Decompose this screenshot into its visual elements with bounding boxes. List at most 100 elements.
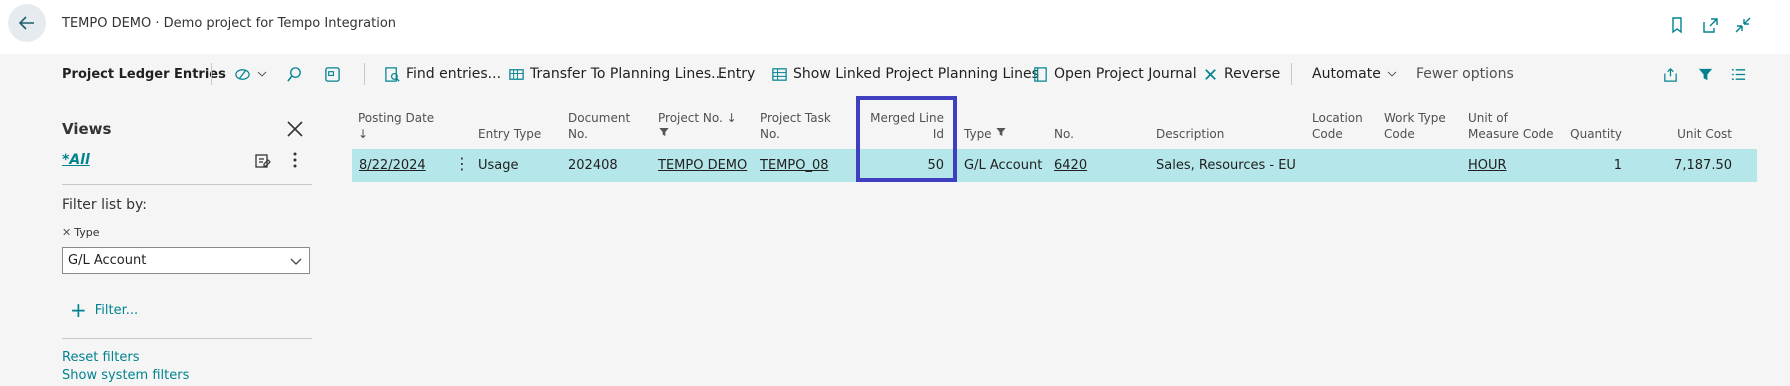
cell-no[interactable]: 6420: [1054, 158, 1087, 173]
remove-filter-icon[interactable]: ✕: [62, 226, 71, 239]
separator: [364, 63, 365, 85]
filter-list-by-label: Filter list by:: [62, 197, 148, 213]
uom-header-line1: Unit of: [1468, 111, 1508, 125]
plus-icon: +: [70, 298, 87, 322]
filter-icon: [659, 128, 669, 136]
close-icon[interactable]: [283, 117, 307, 141]
show-system-filters-link[interactable]: Show system filters: [62, 368, 189, 383]
cell-entry-type: Usage: [478, 158, 519, 173]
reverse-label: Reverse: [1224, 66, 1281, 82]
column-header-posting-date[interactable]: Posting Date ↓: [358, 110, 434, 142]
open-project-journal-button[interactable]: Open Project Journal: [1032, 54, 1197, 94]
save-view-icon[interactable]: [254, 152, 272, 170]
column-header-no[interactable]: No.: [1054, 126, 1074, 142]
column-header-entry-type[interactable]: Entry Type: [478, 126, 541, 142]
bookmark-icon[interactable]: [1666, 14, 1688, 36]
merged-line-header-line1: Merged Line: [870, 111, 944, 125]
merged-line-header-line2: Id: [932, 127, 944, 141]
cell-unit-of-measure[interactable]: HOUR: [1468, 158, 1507, 173]
show-linked-planning-lines-button[interactable]: Show Linked Project Planning Lines: [771, 54, 1039, 94]
add-filter-button[interactable]: + Filter...: [70, 298, 138, 322]
cell-posting-date[interactable]: 8/22/2024: [359, 158, 426, 173]
document-no-header-line2: No.: [568, 127, 588, 141]
view-all-link[interactable]: *All: [62, 152, 90, 168]
column-header-type[interactable]: Type: [964, 126, 1007, 142]
filter-field-label: Type: [74, 226, 100, 239]
project-no-header-label: Project No.: [658, 111, 723, 125]
project-task-header-line2: No.: [760, 127, 780, 141]
cell-project-no[interactable]: TEMPO DEMO: [658, 158, 747, 173]
automate-label: Automate: [1312, 66, 1381, 82]
arrow-left-icon: [18, 16, 34, 30]
separator: [1291, 63, 1292, 85]
linked-lines-icon: [772, 67, 787, 81]
search-button[interactable]: [286, 54, 308, 94]
column-header-unit-of-measure[interactable]: Unit of Measure Code: [1468, 110, 1554, 142]
cell-type: G/L Account: [964, 158, 1043, 173]
automate-menu[interactable]: Automate: [1312, 54, 1403, 94]
separator: [211, 63, 212, 85]
column-header-quantity[interactable]: Quantity: [1560, 126, 1622, 142]
type-header-label: Type: [964, 127, 992, 141]
row-actions-icon[interactable]: ⋮: [454, 156, 470, 172]
transfer-to-planning-lines-button[interactable]: Transfer To Planning Lines...: [508, 54, 725, 94]
back-button[interactable]: [8, 4, 46, 42]
list-icon: [1731, 68, 1746, 80]
work-type-header-line2: Code: [1384, 127, 1415, 141]
column-header-project-task-no[interactable]: Project Task No.: [760, 110, 831, 142]
column-header-location-code[interactable]: Location Code: [1312, 110, 1363, 142]
entry-label: Entry: [718, 66, 756, 82]
cell-description: Sales, Resources - EU: [1156, 158, 1296, 173]
page-header: TEMPO DEMO · Demo project for Tempo Inte…: [0, 0, 1790, 54]
column-header-document-no[interactable]: Document No.: [568, 110, 630, 142]
chevron-down-icon: [1387, 71, 1397, 77]
entry-menu[interactable]: Entry: [718, 54, 755, 94]
reverse-button[interactable]: Reverse: [1202, 54, 1280, 94]
column-header-work-type-code[interactable]: Work Type Code: [1384, 110, 1446, 142]
collapse-icon[interactable]: [1732, 14, 1754, 36]
list-view-button[interactable]: [1730, 54, 1752, 94]
column-header-merged-line-id[interactable]: Merged Line Id: [862, 110, 944, 142]
sort-arrow-down-icon: ↓: [358, 127, 369, 141]
table-icon: [325, 66, 340, 82]
page-title: TEMPO DEMO · Demo project for Tempo Inte…: [62, 16, 397, 31]
reset-filters-link[interactable]: Reset filters: [62, 350, 139, 365]
divider: [62, 184, 312, 185]
chevron-down-icon: [290, 258, 302, 265]
filter-field-row: ✕ Type: [62, 226, 99, 239]
location-header-line2: Code: [1312, 127, 1343, 141]
cell-unit-cost: 7,187.50: [1674, 158, 1732, 173]
column-header-unit-cost[interactable]: Unit Cost: [1640, 126, 1732, 142]
more-options-icon[interactable]: [288, 150, 302, 170]
transfer-label: Transfer To Planning Lines...: [530, 66, 725, 82]
open-new-window-icon[interactable]: [1699, 14, 1721, 36]
view-mode-dropdown[interactable]: [234, 54, 273, 94]
open-journal-label: Open Project Journal: [1054, 66, 1197, 82]
page-caption: Project Ledger Entries: [62, 66, 226, 82]
find-entries-label: Find entries...: [406, 66, 502, 82]
journal-icon: [1034, 66, 1047, 82]
show-linked-label: Show Linked Project Planning Lines: [793, 66, 1039, 82]
cell-merged-line-id: 50: [927, 158, 944, 173]
filter-value: G/L Account: [68, 253, 147, 268]
filter-value-select[interactable]: G/L Account: [62, 247, 310, 274]
column-header-description[interactable]: Description: [1156, 126, 1224, 142]
views-title: Views: [62, 120, 112, 138]
filter-icon: [1698, 68, 1713, 80]
find-entries-button[interactable]: Find entries...: [384, 54, 501, 94]
close-x-icon: [1205, 68, 1216, 80]
edit-mode-icon: [235, 68, 250, 80]
share-button[interactable]: [1662, 54, 1684, 94]
add-filter-label: Filter...: [94, 302, 139, 318]
sort-arrow-down-icon: ↓: [726, 111, 737, 125]
analysis-mode-button[interactable]: [324, 54, 346, 94]
divider: [62, 338, 312, 339]
filter-pane-button[interactable]: [1697, 54, 1719, 94]
fewer-options-button[interactable]: Fewer options: [1416, 54, 1514, 94]
location-header-line1: Location: [1312, 111, 1363, 125]
share-icon: [1664, 67, 1677, 82]
action-bar: Project Ledger Entries Find entries... T…: [0, 54, 1790, 94]
column-header-project-no[interactable]: Project No. ↓: [658, 110, 737, 142]
uom-header-line2: Measure Code: [1468, 127, 1554, 141]
cell-project-task-no[interactable]: TEMPO_08: [760, 158, 829, 173]
